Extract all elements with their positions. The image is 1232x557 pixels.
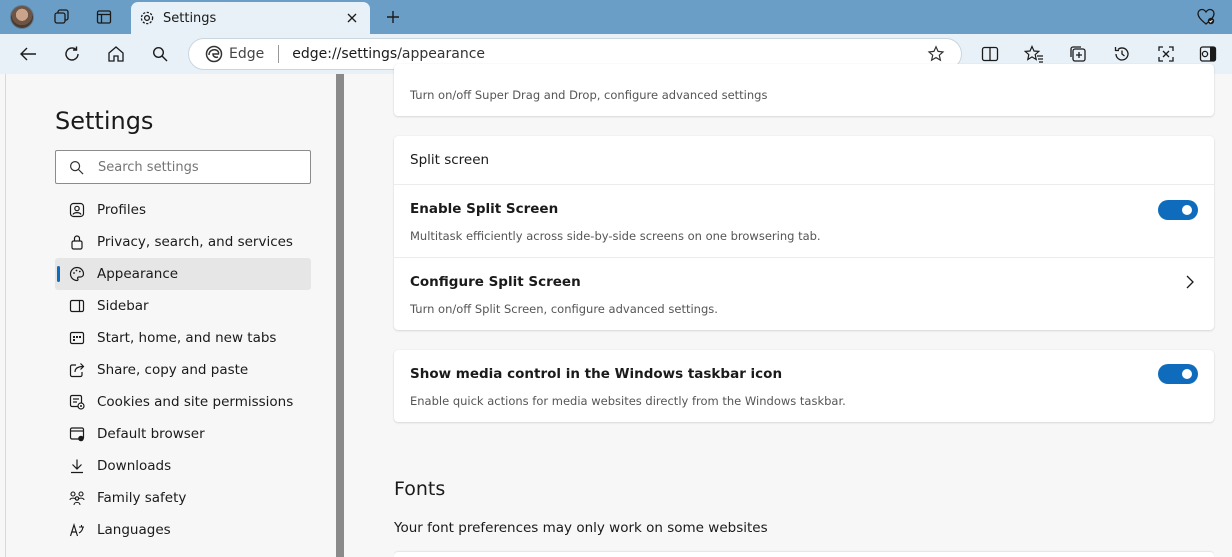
lock-icon xyxy=(69,234,85,250)
sidebar-item-privacy[interactable]: Privacy, search, and services xyxy=(55,226,311,258)
download-icon xyxy=(69,458,85,474)
super-drag-drop-card: Turn on/off Super Drag and Drop, configu… xyxy=(394,64,1214,116)
sidebar-item-label: Start, home, and new tabs xyxy=(97,330,277,346)
sidebar-item-default-browser[interactable]: Default browser xyxy=(55,418,311,450)
close-icon xyxy=(347,13,357,23)
sidebar-item-label: Default browser xyxy=(97,426,205,442)
tab-actions-button[interactable] xyxy=(90,4,118,30)
search-button[interactable] xyxy=(145,40,175,68)
home-tabs-icon xyxy=(69,330,85,346)
search-icon xyxy=(152,46,168,62)
plus-icon xyxy=(387,11,399,23)
sidebar-item-label: Privacy, search, and services xyxy=(97,234,293,250)
gear-icon xyxy=(140,11,154,25)
browser-icon xyxy=(69,426,85,442)
fonts-card xyxy=(394,552,1214,557)
media-control-toggle[interactable] xyxy=(1158,364,1198,384)
configure-split-screen-title: Configure Split Screen xyxy=(410,274,581,290)
sidebar-item-share[interactable]: Share, copy and paste xyxy=(55,354,311,386)
split-screen-header: Split screen xyxy=(410,152,490,168)
split-screen-icon xyxy=(981,46,999,62)
media-control-title: Show media control in the Windows taskba… xyxy=(410,366,783,382)
sidebar-item-label: Family safety xyxy=(97,490,187,506)
cookies-icon xyxy=(69,394,85,410)
workspaces-icon xyxy=(54,9,69,24)
star-icon xyxy=(927,45,945,62)
workspaces-button[interactable] xyxy=(48,4,76,30)
sidebar-item-label: Appearance xyxy=(97,266,179,282)
history-icon xyxy=(1114,47,1129,61)
search-settings-box[interactable] xyxy=(55,150,311,184)
collections-icon xyxy=(1070,46,1086,62)
languages-icon xyxy=(69,522,85,538)
sidebar-item-downloads[interactable]: Downloads xyxy=(55,450,311,482)
refresh-icon xyxy=(65,46,79,61)
back-button[interactable] xyxy=(13,40,43,68)
edge-logo-icon xyxy=(205,45,223,63)
palette-icon xyxy=(69,266,85,282)
sidebar-panel-icon xyxy=(1199,46,1217,62)
split-screen-card: Split screen Enable Split Screen Multita… xyxy=(394,136,1214,330)
home-button[interactable] xyxy=(101,40,131,68)
sidebar-item-languages[interactable]: Languages xyxy=(55,514,311,546)
sidebar-item-appearance[interactable]: Appearance xyxy=(55,258,311,290)
sidebar-item-profiles[interactable]: Profiles xyxy=(55,194,311,226)
url-text[interactable]: edge://settings/appearance xyxy=(292,46,921,62)
new-tab-button[interactable] xyxy=(380,4,406,30)
chevron-right-icon xyxy=(1182,274,1198,290)
fonts-subtitle: Your font preferences may only work on s… xyxy=(394,520,768,536)
search-icon xyxy=(69,160,84,174)
enable-split-screen-row: Enable Split Screen Multitask efficientl… xyxy=(394,184,1214,257)
settings-page: Settings Profiles Privacy, search, and s… xyxy=(0,64,1232,557)
share-icon xyxy=(69,362,85,378)
super-drag-drop-desc: Turn on/off Super Drag and Drop, configu… xyxy=(410,88,768,102)
url-host: edge://settings xyxy=(292,46,398,62)
media-control-desc: Enable quick actions for media websites … xyxy=(410,394,846,408)
enable-split-screen-toggle[interactable] xyxy=(1158,200,1198,220)
sidebar-item-sidebar[interactable]: Sidebar xyxy=(55,290,311,322)
favorites-icon xyxy=(1024,45,1043,63)
sidebar-item-start-home[interactable]: Start, home, and new tabs xyxy=(55,322,311,354)
heart-pulse-icon xyxy=(1197,8,1215,25)
search-settings-input[interactable] xyxy=(98,159,298,175)
enable-split-screen-title: Enable Split Screen xyxy=(410,201,559,217)
tab-close-button[interactable] xyxy=(340,6,364,30)
sidebar-item-label: Cookies and site permissions xyxy=(97,394,294,410)
media-control-card: Show media control in the Windows taskba… xyxy=(394,350,1214,422)
settings-nav-list: Profiles Privacy, search, and services A… xyxy=(55,194,311,546)
tab-settings[interactable]: Settings xyxy=(131,2,370,34)
family-icon xyxy=(69,490,85,506)
sidebar-item-label: Profiles xyxy=(97,202,147,218)
sidebar-item-label: Sidebar xyxy=(97,298,149,314)
sidebar-icon xyxy=(69,298,85,314)
profile-icon xyxy=(69,202,85,218)
refresh-button[interactable] xyxy=(57,40,87,68)
sidebar-item-label: Share, copy and paste xyxy=(97,362,249,378)
back-arrow-icon xyxy=(20,47,36,61)
super-drag-drop-row[interactable]: Turn on/off Super Drag and Drop, configu… xyxy=(394,64,1214,116)
sidebar-item-cookies[interactable]: Cookies and site permissions xyxy=(55,386,311,418)
profile-avatar[interactable] xyxy=(10,5,34,29)
vertical-tabs-icon xyxy=(96,10,112,24)
sidebar-item-family-safety[interactable]: Family safety xyxy=(55,482,311,514)
sidebar-item-label: Languages xyxy=(97,522,171,538)
configure-split-screen-desc: Turn on/off Split Screen, configure adva… xyxy=(410,302,718,316)
settings-sidebar: Settings Profiles Privacy, search, and s… xyxy=(5,74,335,557)
sidebar-scrollbar[interactable] xyxy=(336,74,344,557)
omnibox-divider xyxy=(278,45,280,63)
home-icon xyxy=(108,46,124,62)
sidebar-item-label: Downloads xyxy=(97,458,172,474)
browser-essentials-button[interactable] xyxy=(1193,5,1219,29)
fonts-heading: Fonts xyxy=(394,478,446,500)
tab-title: Settings xyxy=(163,10,217,26)
split-screen-header-row: Split screen xyxy=(394,136,1214,184)
enable-split-screen-desc: Multitask efficiently across side-by-sid… xyxy=(410,229,821,243)
url-path: /appearance xyxy=(397,46,485,62)
edge-label: Edge xyxy=(229,46,265,62)
tab-strip: Settings xyxy=(0,0,1232,34)
configure-split-screen-row[interactable]: Configure Split Screen Turn on/off Split… xyxy=(394,257,1214,330)
screenshot-icon xyxy=(1158,46,1174,62)
media-control-row: Show media control in the Windows taskba… xyxy=(394,350,1214,422)
page-title: Settings xyxy=(55,107,154,135)
